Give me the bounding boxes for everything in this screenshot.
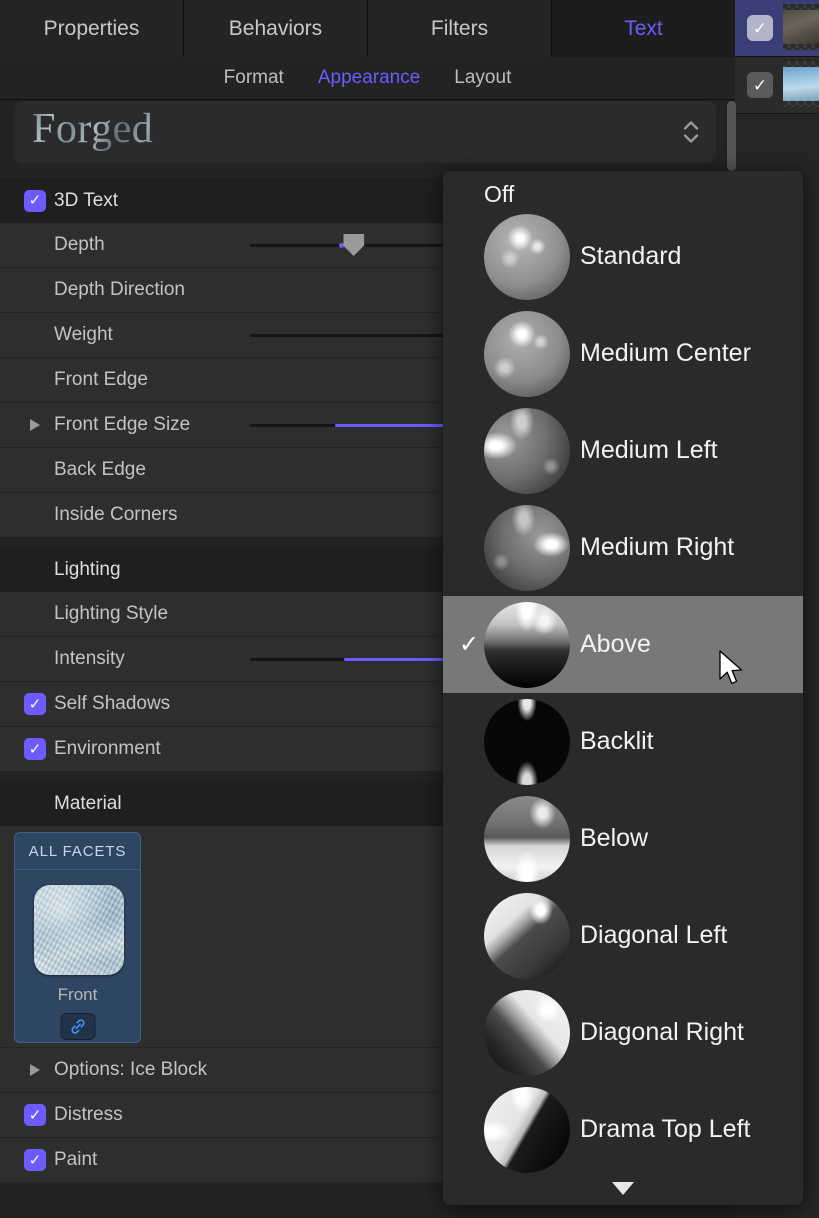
link-icon xyxy=(70,1019,85,1034)
facet-card-title: ALL FACETS xyxy=(15,833,140,870)
menu-checkmark-icon: ✓ xyxy=(458,630,480,658)
style-preview-text: Forged xyxy=(32,106,154,152)
subtab-layout[interactable]: Layout xyxy=(454,67,511,89)
layer-checkbox-2[interactable]: ✓ xyxy=(747,72,773,98)
label-front-edge-size: Front Edge Size xyxy=(54,414,191,435)
label-lighting-style: Lighting Style xyxy=(54,603,169,624)
menu-label-medium-left: Medium Left xyxy=(580,436,718,464)
menu-label-medium-right: Medium Right xyxy=(580,533,735,561)
menu-item-medium-center[interactable]: Medium Center xyxy=(443,305,803,402)
disclosure-triangle-icon-front-edge-size[interactable] xyxy=(30,419,40,431)
menu-scroll-down-arrow-icon[interactable] xyxy=(612,1182,634,1195)
facet-card-all-facets[interactable]: ALL FACETS Front xyxy=(14,832,141,1043)
layer-row-2[interactable]: ✓ xyxy=(735,57,819,114)
sphere-preview-above xyxy=(484,601,570,688)
subtab-appearance[interactable]: Appearance xyxy=(318,67,420,89)
menu-label-diagonal-right: Diagonal Right xyxy=(580,1018,744,1046)
menu-item-above[interactable]: ✓ Above xyxy=(443,596,803,693)
menu-item-below[interactable]: Below xyxy=(443,790,803,887)
label-back-edge: Back Edge xyxy=(54,459,146,480)
menu-label-above: Above xyxy=(580,630,651,658)
lighting-style-dropdown-menu[interactable]: Off Standard Medium Center Medium Left M… xyxy=(443,171,803,1205)
layer-checkbox-1[interactable]: ✓ xyxy=(747,15,773,41)
checkbox-3d-text[interactable]: ✓ xyxy=(24,189,46,212)
sphere-preview-medium-right xyxy=(484,504,570,591)
checkbox-paint[interactable]: ✓ xyxy=(24,1149,46,1171)
slider-knob-depth[interactable] xyxy=(343,234,365,256)
label-distress: Distress xyxy=(54,1104,123,1125)
inspector-tab-bar: Properties Behaviors Filters Text xyxy=(0,0,735,57)
menu-item-diagonal-left[interactable]: Diagonal Left xyxy=(443,887,803,984)
layer-thumbnail-1 xyxy=(783,4,819,50)
menu-item-off[interactable]: Off xyxy=(484,181,514,208)
label-paint: Paint xyxy=(54,1149,98,1170)
facet-material-thumbnail[interactable] xyxy=(34,885,124,975)
sphere-preview-standard xyxy=(484,213,570,300)
menu-item-backlit[interactable]: Backlit xyxy=(443,693,803,790)
sphere-preview-medium-left xyxy=(484,407,570,494)
label-depth: Depth xyxy=(54,234,105,255)
menu-label-backlit: Backlit xyxy=(580,727,654,755)
checkbox-self-shadows[interactable]: ✓ xyxy=(24,693,46,715)
menu-label-below: Below xyxy=(580,824,649,852)
checkbox-environment[interactable]: ✓ xyxy=(24,738,46,760)
label-intensity: Intensity xyxy=(54,648,125,669)
inspector-window: ✓ ✓ el xyxy=(0,0,819,1218)
chevron-down-icon[interactable] xyxy=(682,134,700,144)
sphere-preview-diagonal-right xyxy=(484,989,570,1076)
mouse-cursor xyxy=(719,650,743,685)
sphere-preview-below xyxy=(484,795,570,882)
facet-name-label: Front xyxy=(57,985,98,1004)
tab-behaviors[interactable]: Behaviors xyxy=(184,0,368,57)
label-material-options: Options: Ice Block xyxy=(54,1059,208,1080)
menu-label-standard: Standard xyxy=(580,242,682,270)
menu-item-diagonal-right[interactable]: Diagonal Right xyxy=(443,984,803,1081)
label-environment: Environment xyxy=(54,738,161,759)
label-inside-corners: Inside Corners xyxy=(54,504,178,525)
disclosure-triangle-icon-options[interactable] xyxy=(30,1064,40,1076)
menu-item-medium-left[interactable]: Medium Left xyxy=(443,402,803,499)
label-weight: Weight xyxy=(54,324,113,345)
tab-text[interactable]: Text xyxy=(552,0,735,57)
sphere-preview-backlit xyxy=(484,698,570,785)
menu-label-medium-center: Medium Center xyxy=(580,339,751,367)
text-subtab-bar: Format Appearance Layout xyxy=(0,57,735,100)
layer-thumbnail-2 xyxy=(783,61,819,107)
layer-row-1[interactable]: ✓ xyxy=(735,0,819,57)
subtab-format[interactable]: Format xyxy=(224,67,284,89)
tab-filters[interactable]: Filters xyxy=(368,0,552,57)
checkbox-distress[interactable]: ✓ xyxy=(24,1104,46,1126)
menu-item-medium-right[interactable]: Medium Right xyxy=(443,499,803,596)
label-material-header: Material xyxy=(54,792,122,814)
scrollbar-thumb[interactable] xyxy=(727,101,736,171)
sphere-preview-medium-center xyxy=(484,310,570,397)
sphere-preview-drama-top-left xyxy=(484,1086,570,1173)
menu-label-diagonal-left: Diagonal Left xyxy=(580,921,728,949)
menu-item-drama-top-left[interactable]: Drama Top Left xyxy=(443,1081,803,1178)
label-lighting-header: Lighting xyxy=(54,558,121,580)
menu-label-drama-top-left: Drama Top Left xyxy=(580,1115,751,1143)
menu-item-standard[interactable]: Standard xyxy=(443,208,803,305)
label-3d-text: 3D Text xyxy=(54,189,119,211)
style-stepper[interactable] xyxy=(682,121,700,144)
sphere-preview-diagonal-left xyxy=(484,892,570,979)
label-self-shadows: Self Shadows xyxy=(54,693,171,714)
chevron-up-icon[interactable] xyxy=(682,121,700,131)
link-facets-button[interactable] xyxy=(60,1013,95,1040)
style-preview-field[interactable]: Forged xyxy=(14,101,716,163)
label-front-edge: Front Edge xyxy=(54,369,148,390)
tab-properties[interactable]: Properties xyxy=(0,0,184,57)
label-depth-direction: Depth Direction xyxy=(54,279,185,300)
